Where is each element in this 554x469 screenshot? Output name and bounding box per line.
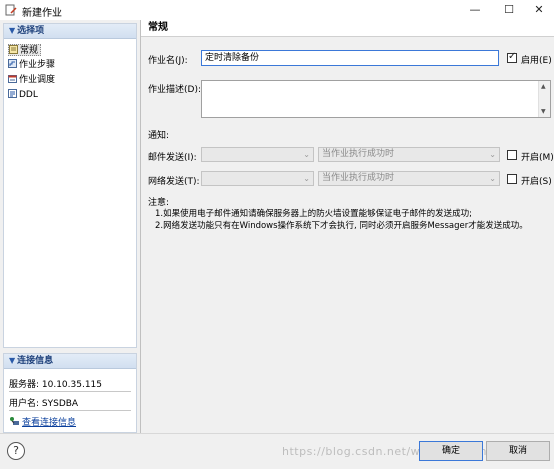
steps-icon xyxy=(8,59,17,68)
dialog-body: ▼ 选择项 常规 作业步骤 作业调度 DDL ▼ 连接信息 服务器: 10.10.3… xyxy=(0,20,554,469)
chevron-down-icon: ⌄ xyxy=(489,150,496,159)
enable-label: 启用(E) xyxy=(521,56,552,66)
title-bar: 新建作业 — ☐ ✕ xyxy=(0,0,554,20)
app-icon xyxy=(5,4,17,16)
email-enable-label: 开启(M) xyxy=(521,153,554,163)
network-label: 网络发送(T): xyxy=(148,177,200,187)
close-button[interactable]: ✕ xyxy=(524,0,554,20)
options-panel: ▼ 选择项 常规 作业步骤 作业调度 DDL xyxy=(3,23,137,348)
network-condition-select[interactable]: 当作业执行成功时 ⌄ xyxy=(318,171,500,186)
chevron-down-icon: ▼ xyxy=(9,356,16,365)
sidebar-item-schedule[interactable]: 作业调度 xyxy=(8,74,57,86)
sidebar-item-steps[interactable]: 作业步骤 xyxy=(8,59,57,71)
network-enable-checkbox[interactable] xyxy=(507,174,517,184)
job-name-input[interactable]: 定时清除备份 xyxy=(201,50,499,66)
minimize-button[interactable]: — xyxy=(460,0,490,20)
vertical-scrollbar[interactable]: ▲ ▼ xyxy=(538,81,550,117)
chevron-down-icon: ⌄ xyxy=(303,174,310,183)
cancel-button[interactable]: 取消 xyxy=(486,441,550,461)
enable-checkbox[interactable] xyxy=(507,51,517,63)
email-label: 邮件发送(I): xyxy=(148,153,197,163)
job-desc-textarea[interactable]: ▲ ▼ xyxy=(201,80,551,118)
dialog-footer: ? https://blog.csdn.net/weixin_xzhmtdu 确… xyxy=(0,433,554,469)
job-desc-label: 作业描述(D): xyxy=(148,85,201,95)
page-title: 常规 xyxy=(141,20,554,37)
connection-panel-title: 连接信息 xyxy=(17,356,54,366)
chevron-down-icon: ⌄ xyxy=(489,174,496,183)
schedule-icon xyxy=(8,75,17,83)
view-connection-link[interactable]: 查看连接信息 xyxy=(9,415,76,428)
options-panel-title: 选择项 xyxy=(17,26,45,36)
network-enable-label: 开启(S) xyxy=(521,177,552,187)
divider xyxy=(9,410,131,411)
chevron-down-icon: ⌄ xyxy=(303,150,310,159)
server-info: 服务器: 10.10.35.115 xyxy=(9,380,103,390)
note-2: 2.网络发送功能只有在Windows操作系统下才会执行, 同时必须开启服务Mes… xyxy=(155,221,528,231)
sidebar-item-general[interactable]: 常规 xyxy=(8,44,42,56)
user-info: 用户名: SYSDBA xyxy=(9,399,79,409)
help-icon[interactable]: ? xyxy=(7,442,25,460)
network-target-select[interactable]: ⌄ xyxy=(201,171,314,186)
connection-icon xyxy=(10,417,19,425)
sidebar-item-ddl[interactable]: DDL xyxy=(8,89,40,101)
window-title: 新建作业 xyxy=(22,8,62,19)
maximize-button[interactable]: ☐ xyxy=(494,0,524,20)
job-name-label: 作业名(J): xyxy=(148,56,188,66)
chevron-down-icon: ▼ xyxy=(9,26,16,35)
email-condition-select[interactable]: 当作业执行成功时 ⌄ xyxy=(318,147,500,162)
email-target-select[interactable]: ⌄ xyxy=(201,147,314,162)
options-panel-header[interactable]: ▼ 选择项 xyxy=(4,24,136,39)
ok-button[interactable]: 确定 xyxy=(419,441,483,461)
connection-panel: ▼ 连接信息 服务器: 10.10.35.115 用户名: SYSDBA 查看连接… xyxy=(3,353,137,433)
scroll-up-icon[interactable]: ▲ xyxy=(541,83,546,90)
email-enable-checkbox[interactable] xyxy=(507,150,517,160)
notify-label: 通知: xyxy=(148,131,170,141)
scroll-down-icon[interactable]: ▼ xyxy=(541,108,546,115)
ddl-icon xyxy=(8,89,17,98)
connection-panel-header[interactable]: ▼ 连接信息 xyxy=(4,354,136,369)
divider xyxy=(9,391,131,392)
general-icon xyxy=(9,45,18,54)
note-1: 1.如果使用电子邮件通知请确保服务器上的防火墙设置能够保证电子邮件的发送成功; xyxy=(155,209,472,219)
general-page: 常规 作业名(J): 定时清除备份 启用(E) 作业描述(D): ▲ ▼ 通知:… xyxy=(140,20,554,433)
